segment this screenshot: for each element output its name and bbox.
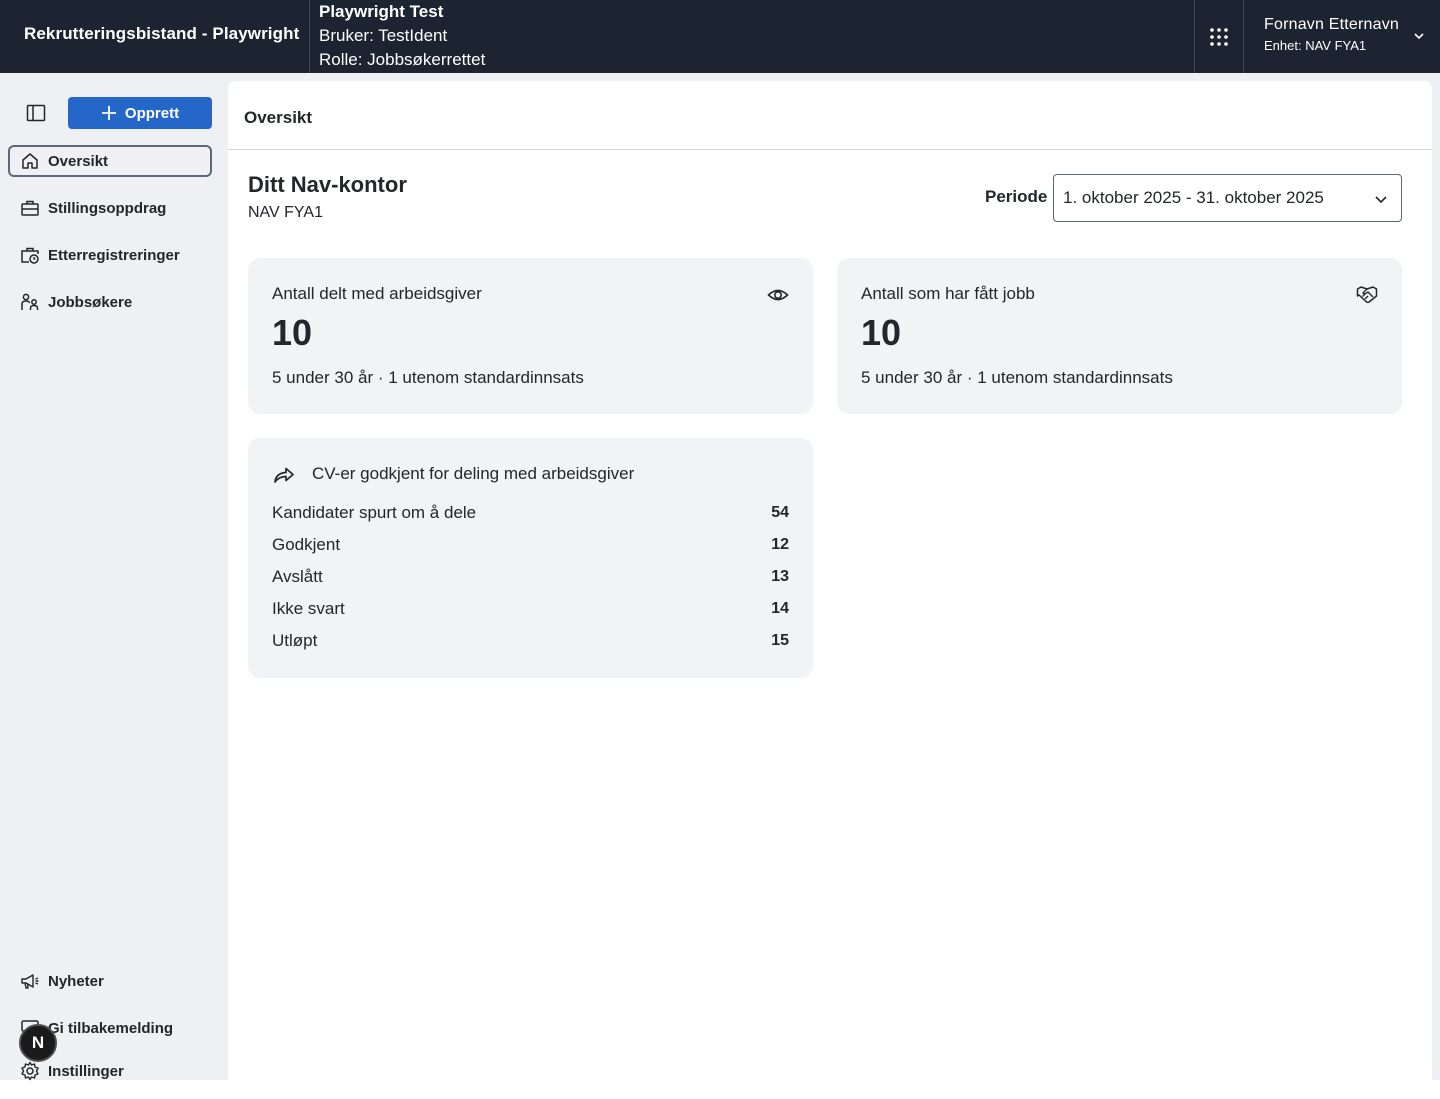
header-divider (309, 0, 310, 73)
sidebar-item-stillingsoppdrag[interactable]: Stillingsoppdrag (8, 192, 212, 224)
sidebar: Opprett Oversikt Stillingsoppdrag Etterr… (0, 73, 228, 1081)
environment-role: Rolle: Jobbsøkerrettet (319, 50, 486, 69)
card-detail: 5 under 30 år · 1 utenom standardinnsats (272, 368, 584, 387)
card-label: Antall som har fått jobb (861, 284, 1035, 303)
briefcase-icon (20, 198, 40, 218)
app-name[interactable]: Rekrutteringsbistand - Playwright (24, 24, 299, 44)
sidebar-item-label: Nyheter (48, 972, 104, 990)
got-job-card: Antall som har fått jobb 10 5 under 30 å… (837, 258, 1402, 414)
cv-stat-row: Godkjent 12 (272, 533, 789, 557)
apps-menu-button[interactable] (1195, 0, 1243, 73)
sidebar-item-oversikt[interactable]: Oversikt (8, 145, 212, 177)
sidebar-item-label: Instillinger (48, 1062, 124, 1080)
cv-stat-row: Utløpt 15 (272, 629, 789, 653)
environment-user: Bruker: TestIdent (319, 26, 448, 45)
main-content: Oversikt Ditt Nav-kontor NAV FYA1 Period… (228, 81, 1432, 1080)
cv-stat-value: 12 (771, 536, 789, 553)
cv-stat-row: Ikke svart 14 (272, 597, 789, 621)
dev-tools-avatar[interactable]: N (19, 1024, 57, 1062)
card-value: 10 (861, 312, 902, 353)
user-menu-button[interactable]: Fornavn Etternavn Enhet: NAV FYA1 (1244, 0, 1440, 73)
plus-icon (101, 106, 116, 120)
card-value: 10 (272, 312, 313, 353)
sidebar-item-nyheter[interactable]: Nyheter (8, 966, 212, 996)
grid-menu-icon (1210, 27, 1228, 46)
collapse-sidebar-button[interactable] (20, 97, 52, 129)
cv-stat-label: Kandidater spurt om å dele (272, 503, 477, 522)
cv-stat-label: Utløpt (272, 631, 318, 650)
home-icon (20, 151, 40, 171)
sidebar-item-label: Jobbsøkere (48, 293, 133, 311)
create-button-label: Opprett (124, 104, 180, 122)
cv-stat-label: Avslått (272, 567, 323, 586)
megaphone-icon (20, 971, 40, 991)
sidebar-item-jobbsokere[interactable]: Jobbsøkere (8, 286, 212, 318)
create-button[interactable]: Opprett (68, 97, 212, 129)
cv-stat-label: Ikke svart (272, 599, 345, 618)
office-title: Ditt Nav-kontor (248, 172, 407, 197)
briefcase-clock-icon (20, 245, 40, 265)
cv-stat-value: 54 (771, 504, 789, 521)
cv-stat-value: 14 (771, 600, 789, 617)
cv-stat-label: Godkjent (272, 535, 341, 554)
persons-icon (20, 292, 40, 312)
eye-icon (767, 289, 789, 301)
card-label: Antall delt med arbeidsgiver (272, 284, 482, 303)
sidebar-item-label: Stillingsoppdrag (48, 199, 167, 217)
share-arrow-icon (274, 467, 294, 483)
period-value: 1. oktober 2025 - 31. oktober 2025 (1063, 188, 1324, 207)
environment-info: Playwright Test Bruker: TestIdent Rolle:… (319, 0, 485, 72)
sidebar-item-label: Oversikt (48, 152, 109, 170)
chevron-down-icon (1375, 196, 1387, 204)
shared-with-employer-card: Antall delt med arbeidsgiver 10 5 under … (248, 258, 813, 414)
sidebar-item-etterregistreringer[interactable]: Etterregistreringer (8, 239, 212, 271)
card-detail: 5 under 30 år · 1 utenom standardinnsats (861, 368, 1173, 387)
environment-title: Playwright Test (319, 2, 444, 21)
top-bar: Rekrutteringsbistand - Playwright Playwr… (0, 0, 1440, 73)
sidebar-item-label: Etterregistreringer (48, 246, 180, 264)
user-unit: Enhet: NAV FYA1 (1264, 38, 1367, 53)
user-name: Fornavn Etternavn (1264, 16, 1400, 33)
cv-stat-value: 13 (771, 568, 789, 585)
page-title: Oversikt (244, 108, 313, 127)
sidebar-toggle-icon (26, 104, 46, 122)
handshake-icon (1356, 286, 1378, 304)
period-label: Periode (985, 187, 1048, 206)
period-select[interactable]: 1. oktober 2025 - 31. oktober 2025 (1053, 174, 1402, 222)
cv-stat-value: 15 (771, 632, 789, 649)
cv-stat-row: Avslått 13 (272, 565, 789, 589)
office-name: NAV FYA1 (248, 204, 323, 221)
cv-approved-card: CV-er godkjent for deling med arbeidsgiv… (248, 438, 813, 678)
chevron-down-icon (1414, 33, 1424, 40)
sidebar-item-label: Gi tilbakemelding (48, 1019, 174, 1037)
page-header: Oversikt (228, 81, 1432, 150)
gear-icon (20, 1061, 40, 1081)
cv-card-title: CV-er godkjent for deling med arbeidsgiv… (312, 464, 635, 483)
cv-stat-row: Kandidater spurt om å dele 54 (272, 501, 789, 525)
